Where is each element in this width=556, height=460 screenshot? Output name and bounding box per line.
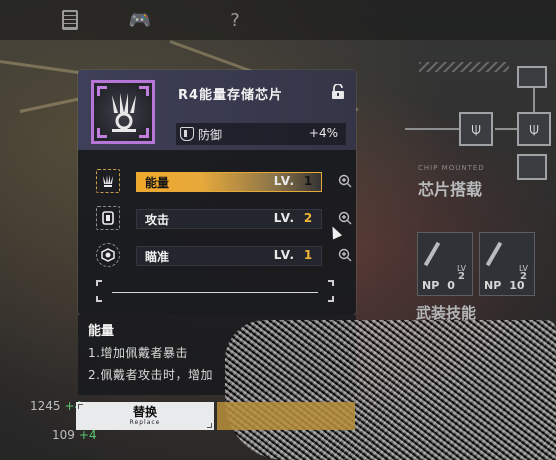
stat-lv-label: LV.: [273, 248, 295, 262]
left-stat: 1245 +4: [30, 399, 83, 413]
sword-icon: [423, 241, 441, 267]
section-title: 芯片搭载: [418, 180, 483, 199]
stat-bar[interactable]: 攻击 LV. 2: [136, 209, 322, 229]
mounted-chip-slot[interactable]: [517, 66, 547, 88]
confirm-button[interactable]: [217, 402, 355, 430]
zoom-in-icon[interactable]: [338, 211, 352, 225]
zoom-in-icon[interactable]: [338, 248, 352, 262]
energy-icon: [96, 169, 120, 193]
mounted-chip-slot[interactable]: [517, 154, 547, 180]
defense-value: +4%: [308, 126, 338, 140]
chip-crest-icon: [91, 80, 155, 144]
hatch-decoration: [419, 62, 509, 72]
stat-row-attack[interactable]: 攻击 LV. 2: [94, 206, 352, 231]
defense-stat-bar: 防御 +4%: [176, 123, 346, 145]
gamepad-icon[interactable]: 🎮: [120, 3, 160, 37]
censor-mosaic: [225, 320, 556, 460]
defense-label: 防御: [198, 128, 223, 142]
top-toolbar: 🎮 ?: [0, 0, 556, 40]
stat-name: 瞄准: [145, 250, 170, 264]
stat-level: 2: [303, 211, 313, 225]
sword-icon: [485, 241, 503, 267]
skill-card[interactable]: LV 2 NP 10: [479, 232, 535, 296]
stat-name: 攻击: [145, 213, 170, 227]
chip-title: R4能量存储芯片: [178, 88, 284, 103]
replace-sublabel: Replace: [129, 418, 161, 426]
chip-detail-popup: R4能量存储芯片 防御 +4% 能量 LV. 1 攻击 LV. 2 瞄准 LV.…: [78, 70, 356, 315]
replace-label: 替换: [132, 404, 157, 419]
help-icon[interactable]: ?: [215, 3, 255, 37]
stat-lv-label: LV.: [273, 174, 295, 188]
document-icon[interactable]: [50, 3, 90, 37]
attack-icon: [96, 206, 120, 230]
unlock-icon[interactable]: [330, 84, 346, 100]
aim-icon: [96, 243, 120, 267]
shield-icon: [180, 127, 194, 141]
zoom-in-icon[interactable]: [338, 174, 352, 188]
stat-bar[interactable]: 瞄准 LV. 1: [136, 246, 322, 266]
mounted-chip-icon[interactable]: ⍦: [517, 112, 551, 146]
stat-bar[interactable]: 能量 LV. 1: [136, 172, 322, 192]
description-title: 能量: [88, 324, 115, 339]
left-stat: 109 +4: [52, 428, 97, 442]
empty-stat-slot[interactable]: [96, 280, 334, 302]
stat-lv-label: LV.: [273, 211, 295, 225]
stat-row-aim[interactable]: 瞄准 LV. 1: [94, 243, 352, 268]
description-line: 2.佩戴者攻击时，增加: [88, 368, 213, 382]
stat-row-energy[interactable]: 能量 LV. 1: [94, 169, 352, 194]
section-subtitle: CHIP MOUNTED: [418, 164, 485, 172]
description-line: 1.增加佩戴者暴击: [88, 346, 188, 360]
stat-name: 能量: [145, 176, 170, 190]
chip-mount-panel: ⍦ ⍦ CHIP MOUNTED 芯片搭载 LV 2 NP 0 LV 2 NP 10 武…: [405, 52, 556, 342]
mounted-chip-icon[interactable]: ⍦: [459, 112, 493, 146]
stat-level: 1: [303, 248, 313, 262]
replace-button[interactable]: 替换 Replace: [76, 402, 214, 430]
skill-card[interactable]: LV 2 NP 0: [417, 232, 473, 296]
chip-header: R4能量存储芯片 防御 +4%: [78, 70, 356, 150]
stat-level: 1: [303, 174, 313, 188]
